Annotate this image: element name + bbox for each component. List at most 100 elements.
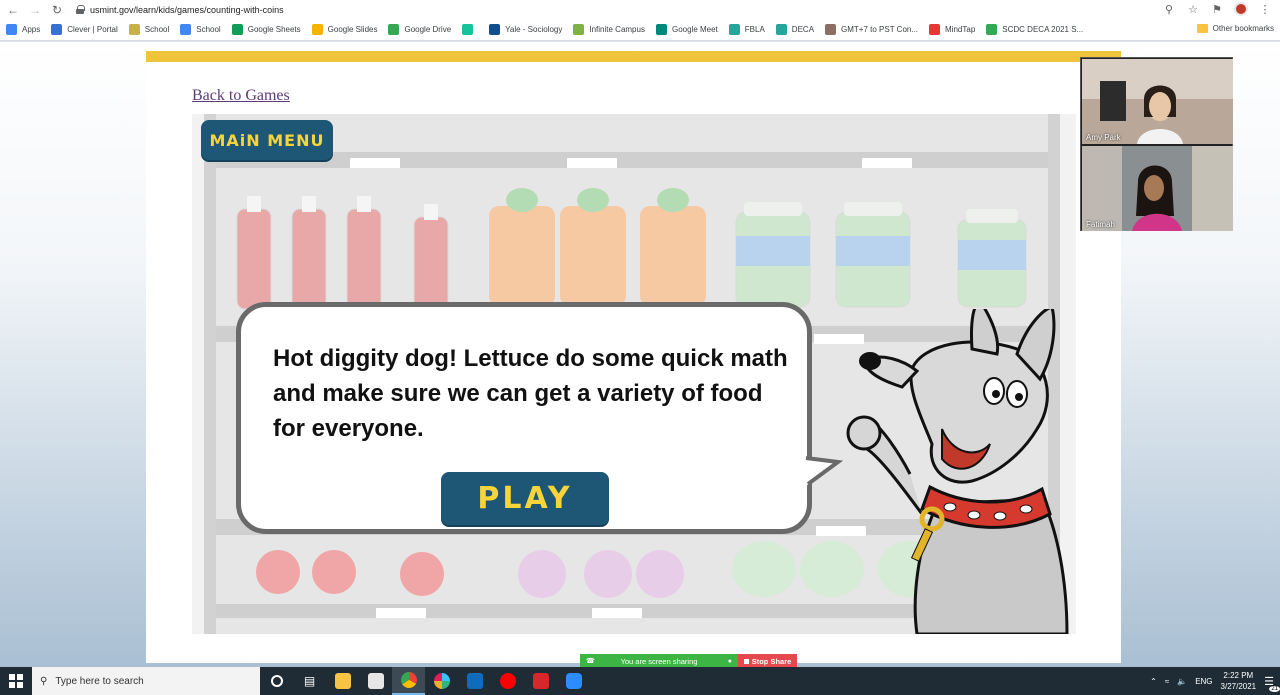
bookmark-label: School bbox=[196, 25, 221, 34]
windows-logo-icon bbox=[9, 674, 23, 688]
main-menu-button[interactable]: MAiN MENU bbox=[201, 120, 333, 160]
extensions-icon[interactable]: ⚑ bbox=[1210, 2, 1224, 16]
windows-taskbar: ⚲ Type here to search ▤ ⌃ ≈ 🔈 ENG 2:22 P… bbox=[0, 667, 1280, 695]
bookmark-favicon-icon bbox=[986, 24, 998, 35]
bookmark-label: DECA bbox=[791, 25, 815, 34]
bookmark-favicon-icon bbox=[929, 24, 941, 35]
sharing-status[interactable]: ☎ You are screen sharing ● bbox=[580, 654, 738, 668]
chevron-up-icon[interactable]: ⌃ bbox=[1150, 677, 1157, 686]
stop-share-button[interactable]: Stop Share bbox=[738, 654, 797, 668]
bookmark-item[interactable]: School bbox=[180, 24, 221, 35]
reload-icon[interactable]: ↻ bbox=[48, 1, 66, 19]
game-canvas[interactable]: MAiN MENU Hot diggity dog! Lettuce do so… bbox=[192, 114, 1076, 634]
zoom-video-panel[interactable]: Amy Park Fatimah bbox=[1080, 57, 1233, 231]
bookmark-item[interactable]: Clever | Portal bbox=[51, 24, 118, 35]
bookmark-item[interactable]: FBLA bbox=[728, 24, 765, 35]
bookmark-favicon-icon bbox=[180, 24, 192, 35]
bookmark-label: Clever | Portal bbox=[67, 25, 118, 34]
notification-icon[interactable]: ☰ 21 bbox=[1264, 675, 1280, 692]
phone-icon: ☎ bbox=[586, 658, 595, 665]
bookmark-favicon-icon bbox=[128, 24, 140, 35]
back-arrow-icon[interactable]: ← bbox=[4, 1, 22, 19]
bookmark-label: FBLA bbox=[744, 25, 765, 34]
taskbar-search-box[interactable]: ⚲ Type here to search bbox=[32, 667, 260, 695]
bookmark-item[interactable]: Google Sheets bbox=[231, 24, 301, 35]
forward-arrow-icon[interactable]: → bbox=[26, 1, 44, 19]
bookmark-favicon-icon bbox=[655, 24, 667, 35]
zoom-icon[interactable]: ⚲ bbox=[1162, 2, 1176, 16]
participant-name-2: Fatimah bbox=[1086, 220, 1115, 229]
profile-avatar[interactable] bbox=[1234, 2, 1248, 16]
bookmark-item[interactable]: MindTap bbox=[929, 24, 975, 35]
bookmark-favicon-icon bbox=[51, 24, 63, 35]
play-button[interactable]: PLAY bbox=[441, 472, 609, 525]
bookmark-favicon-icon bbox=[388, 24, 400, 35]
bookmark-favicon-icon bbox=[573, 24, 585, 35]
bookmark-label: Google Sheets bbox=[247, 25, 301, 34]
bookmark-item[interactable]: DECA bbox=[775, 24, 815, 35]
clock-time: 2:22 PM bbox=[1223, 671, 1254, 680]
bookmark-label: SCDC DECA 2021 S... bbox=[1002, 25, 1084, 34]
bookmark-item[interactable]: Google Meet bbox=[655, 24, 718, 35]
store-icon[interactable] bbox=[359, 667, 392, 695]
bookmark-favicon-icon bbox=[489, 24, 501, 35]
bookmark-favicon-icon bbox=[775, 24, 787, 35]
bookmark-favicon-icon bbox=[311, 24, 323, 35]
bookmark-item[interactable]: GMT+7 to PST Con... bbox=[825, 24, 918, 35]
bookmark-label: School bbox=[144, 25, 170, 34]
dog-mascot-illustration bbox=[846, 309, 1069, 634]
bookmark-item[interactable] bbox=[462, 24, 478, 35]
youtube-icon[interactable] bbox=[491, 667, 524, 695]
other-bookmarks-label: Other bookmarks bbox=[1212, 24, 1274, 33]
bookmark-favicon-icon bbox=[728, 24, 740, 35]
url-text[interactable]: usmint.gov/learn/kids/games/counting-wit… bbox=[90, 5, 284, 15]
volume-icon[interactable]: 🔈 bbox=[1177, 677, 1187, 686]
zoom-app-icon[interactable] bbox=[557, 667, 590, 695]
other-bookmarks[interactable]: Other bookmarks bbox=[1196, 24, 1274, 33]
bookmark-label: Google Drive bbox=[404, 25, 452, 34]
clock[interactable]: 2:22 PM 3/27/2021 bbox=[1221, 670, 1257, 692]
cortana-icon[interactable] bbox=[260, 667, 293, 695]
bookmark-item[interactable]: Yale - Sociology bbox=[489, 24, 562, 35]
bookmark-label: Google Meet bbox=[671, 25, 718, 34]
video-tile-2[interactable]: Fatimah bbox=[1082, 146, 1233, 231]
back-to-games-link[interactable]: Back to Games bbox=[192, 87, 290, 105]
star-icon[interactable]: ☆ bbox=[1186, 2, 1200, 16]
bookmark-item[interactable]: Google Drive bbox=[388, 24, 451, 35]
file-explorer-icon[interactable] bbox=[326, 667, 359, 695]
participant-video-1 bbox=[1082, 59, 1233, 144]
stop-share-label: Stop Share bbox=[751, 656, 792, 666]
chrome-icon[interactable] bbox=[392, 667, 425, 695]
search-icon: ⚲ bbox=[40, 675, 48, 687]
bookmark-item[interactable]: Infinite Campus bbox=[573, 24, 645, 35]
task-view-icon[interactable]: ▤ bbox=[293, 667, 326, 695]
language-indicator[interactable]: ENG bbox=[1195, 677, 1212, 686]
bookmark-item[interactable]: Apps bbox=[6, 24, 40, 35]
lock-icon bbox=[76, 5, 85, 14]
url-field[interactable]: usmint.gov/learn/kids/games/counting-wit… bbox=[76, 5, 284, 15]
bookmark-label: Google Slides bbox=[327, 25, 378, 34]
search-placeholder: Type here to search bbox=[55, 675, 144, 687]
start-button[interactable] bbox=[0, 667, 32, 695]
folder-icon bbox=[1196, 24, 1208, 33]
participant-video-2 bbox=[1082, 146, 1233, 231]
menu-kebab-icon[interactable]: ⋮ bbox=[1258, 2, 1272, 16]
address-bar: ← → ↻ usmint.gov/learn/kids/games/counti… bbox=[0, 0, 1280, 19]
stop-square-icon bbox=[743, 658, 749, 664]
slack-icon[interactable] bbox=[425, 667, 458, 695]
wifi-icon[interactable]: ≈ bbox=[1165, 677, 1169, 686]
apps-grid-icon bbox=[6, 24, 17, 35]
acrobat-icon[interactable] bbox=[524, 667, 557, 695]
participant-name-1: Amy Park bbox=[1086, 133, 1121, 142]
outlook-icon[interactable] bbox=[458, 667, 491, 695]
bookmark-item[interactable]: Google Slides bbox=[311, 24, 378, 35]
bookmark-item[interactable]: School bbox=[128, 24, 170, 35]
bookmark-favicon-icon bbox=[231, 24, 243, 35]
notification-count: 21 bbox=[1269, 685, 1280, 692]
speech-bubble: Hot diggity dog! Lettuce do some quick m… bbox=[236, 302, 812, 534]
bookmark-favicon-icon bbox=[825, 24, 837, 35]
bookmark-item[interactable]: SCDC DECA 2021 S... bbox=[986, 24, 1083, 35]
video-tile-1[interactable]: Amy Park bbox=[1082, 59, 1233, 144]
sharing-status-text: You are screen sharing bbox=[620, 656, 698, 666]
shield-icon: ● bbox=[727, 657, 732, 665]
